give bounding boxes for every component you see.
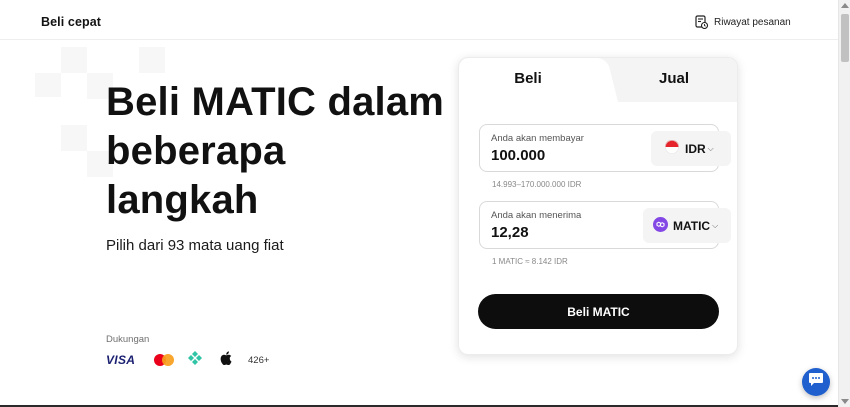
pay-label: Anda akan membayar <box>491 133 584 144</box>
more-methods-count: 426+ <box>248 354 270 366</box>
order-history-icon <box>695 15 708 29</box>
chat-bubble-icon <box>808 372 824 392</box>
hero-subtitle: Pilih dari 93 mata uang fiat <box>106 237 284 254</box>
hero-title-line: Beli MATIC dalam <box>106 80 445 124</box>
page-scrollbar[interactable] <box>838 0 850 407</box>
exchange-rate-hint: 1 MATIC ≈ 8.142 IDR <box>492 257 568 266</box>
pay-currency-label: IDR <box>685 141 706 156</box>
pay-amount-input[interactable] <box>491 147 611 164</box>
tab-buy-label: Beli <box>514 69 542 87</box>
decor-tile <box>61 47 87 73</box>
pay-currency-select[interactable]: IDR ⌵ <box>651 131 731 166</box>
order-history-link[interactable]: Riwayat pesanan <box>695 15 791 29</box>
tab-sell[interactable]: Jual <box>609 58 737 102</box>
scroll-up-arrow-icon[interactable] <box>841 3 849 8</box>
receive-amount-input[interactable] <box>491 224 611 241</box>
receive-label: Anda akan menerima <box>491 210 582 221</box>
polygon-matic-icon <box>653 216 668 235</box>
pay-range-hint: 14.993–170.000.000 IDR <box>492 180 582 189</box>
pay-field[interactable]: Anda akan membayar IDR ⌵ <box>479 124 731 172</box>
scroll-down-arrow-icon[interactable] <box>841 399 849 404</box>
chevron-down-icon: ⌵ <box>712 220 719 230</box>
top-bar: Beli cepat Riwayat pesanan <box>0 0 838 40</box>
support-label: Dukungan <box>106 334 150 345</box>
apple-icon <box>220 350 232 370</box>
receive-field[interactable]: Anda akan menerima MATIC ⌵ <box>479 201 731 249</box>
receive-currency-label: MATIC <box>673 218 711 233</box>
decor-tile <box>139 47 165 73</box>
payment-methods: VISA 426+ <box>106 350 270 370</box>
indonesia-flag-icon <box>665 140 679 157</box>
hero-title: Beli MATIC dalam beberapa langkah <box>106 78 451 225</box>
page-title: Beli cepat <box>41 15 102 29</box>
mastercard-icon <box>154 354 174 366</box>
trade-card: Beli Jual Anda akan membayar IDR ⌵ 14.99… <box>458 57 738 355</box>
chat-support-button[interactable] <box>802 368 830 396</box>
chevron-down-icon: ⌵ <box>707 143 714 153</box>
buy-matic-button[interactable]: Beli MATIC <box>478 294 719 329</box>
hero-title-line: beberapa <box>106 129 286 173</box>
tab-buy[interactable]: Beli <box>459 58 599 102</box>
hero-title-line: langkah <box>106 178 259 222</box>
diamond-token-icon <box>188 350 202 370</box>
visa-logo: VISA <box>106 353 136 367</box>
order-history-label: Riwayat pesanan <box>714 16 791 28</box>
decor-tile <box>35 73 61 97</box>
decor-tile <box>61 125 87 151</box>
scrollbar-thumb[interactable] <box>841 14 849 62</box>
receive-currency-select[interactable]: MATIC ⌵ <box>643 208 731 243</box>
tab-sell-label: Jual <box>658 69 689 87</box>
